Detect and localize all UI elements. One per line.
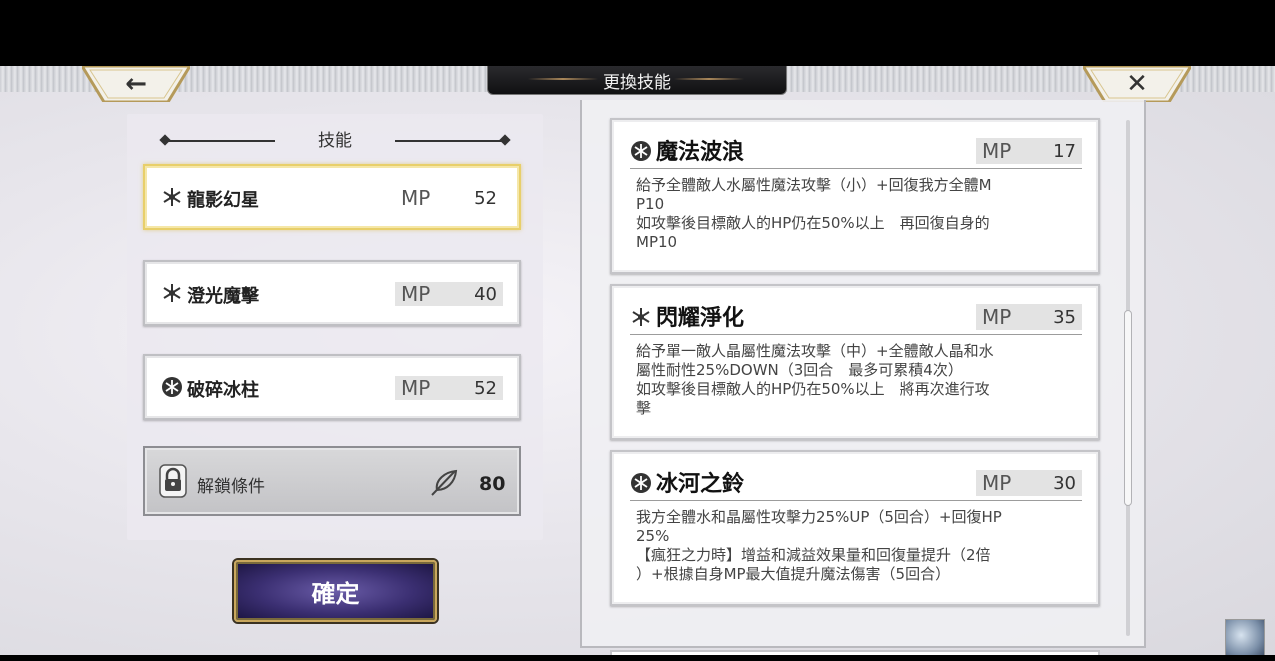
mp-value: 52 bbox=[474, 377, 497, 399]
skill-panel-heading: 技能 bbox=[318, 131, 352, 151]
skill-slot-2[interactable]: 澄光魔擊 MP 40 bbox=[143, 260, 521, 326]
skill-detail-card-1[interactable]: 魔法波浪 MP 17 給予全體敵人水屬性魔法攻擊（小）+回復我方全體M P10 … bbox=[610, 118, 1100, 274]
skill-slot-3-name: 破碎冰柱 bbox=[187, 380, 259, 401]
page-title-plate: 更換技能 bbox=[487, 66, 787, 95]
game-screen: ← 更換技能 ✕ 技能 龍影幻星 MP 52 澄光魔擊 MP 40 破碎冰柱 M… bbox=[0, 66, 1275, 655]
skill-detail-list[interactable]: 魔法波浪 MP 17 給予全體敵人水屬性魔法攻擊（小）+回復我方全體M P10 … bbox=[580, 100, 1146, 655]
mp-label: MP bbox=[982, 471, 1012, 495]
scrollbar-thumb[interactable] bbox=[1124, 310, 1132, 506]
skill-detail-card-2[interactable]: 閃耀淨化 MP 35 給予單一敵人晶屬性魔法攻擊（中）+全體敵人晶和水 屬性耐性… bbox=[610, 284, 1100, 440]
skill-detail-mp: MP 17 bbox=[976, 138, 1082, 164]
divider bbox=[630, 334, 1082, 335]
skill-slot-1-mp: MP 52 bbox=[395, 186, 503, 210]
divider bbox=[630, 500, 1082, 501]
unlock-cost-value: 80 bbox=[479, 473, 506, 495]
mp-label: MP bbox=[982, 305, 1012, 329]
video-letterbox-bottom bbox=[0, 655, 1275, 661]
skill-detail-card-3[interactable]: 冰河之鈴 MP 30 我方全體水和晶屬性攻擊力25%UP（5回合）+回復HP 2… bbox=[610, 450, 1100, 606]
skill-slot-3[interactable]: 破碎冰柱 MP 52 bbox=[143, 354, 521, 420]
skill-detail-name: 魔法波浪 bbox=[656, 139, 745, 165]
mp-label: MP bbox=[401, 186, 431, 210]
water-element-icon bbox=[631, 473, 651, 493]
mp-value: 52 bbox=[474, 187, 497, 209]
mp-value: 35 bbox=[1053, 306, 1076, 328]
skill-slot-2-mp: MP 40 bbox=[395, 282, 503, 306]
skill-detail-mp: MP 30 bbox=[976, 470, 1082, 496]
feather-icon bbox=[431, 469, 458, 496]
title-ornament-left bbox=[528, 78, 598, 80]
skill-detail-description: 我方全體水和晶屬性攻擊力25%UP（5回合）+回復HP 25% 【瘋狂之力時】增… bbox=[636, 508, 1002, 583]
skill-slot-panel: 技能 龍影幻星 MP 52 澄光魔擊 MP 40 破碎冰柱 MP 52 解鎖條件… bbox=[127, 114, 543, 540]
skill-detail-description: 給予單一敵人晶屬性魔法攻擊（中）+全體敵人晶和水 屬性耐性25%DOWN（3回合… bbox=[636, 342, 994, 417]
skill-slot-2-name: 澄光魔擊 bbox=[187, 286, 259, 307]
water-element-icon bbox=[631, 141, 651, 161]
close-button[interactable]: ✕ bbox=[1083, 66, 1191, 102]
mp-value: 17 bbox=[1053, 140, 1076, 162]
unlock-condition-label: 解鎖條件 bbox=[197, 477, 265, 497]
skill-detail-name: 冰河之鈴 bbox=[656, 471, 745, 497]
skill-slot-3-mp: MP 52 bbox=[395, 376, 503, 400]
locked-skill-slot[interactable]: 解鎖條件 80 bbox=[143, 446, 521, 516]
divider bbox=[630, 168, 1082, 169]
mp-label: MP bbox=[401, 282, 431, 306]
mp-value: 30 bbox=[1053, 472, 1076, 494]
crystal-element-icon bbox=[632, 308, 650, 326]
lock-icon bbox=[159, 464, 187, 498]
skill-detail-mp: MP 35 bbox=[976, 304, 1082, 330]
heading-ornament-right bbox=[395, 140, 505, 142]
mp-value: 40 bbox=[474, 283, 497, 305]
crystal-element-icon bbox=[163, 284, 181, 302]
skill-detail-name: 閃耀淨化 bbox=[656, 305, 745, 331]
mp-label: MP bbox=[401, 376, 431, 400]
title-ornament-right bbox=[674, 78, 744, 80]
back-arrow-icon: ← bbox=[125, 69, 147, 99]
back-button[interactable]: ← bbox=[82, 66, 190, 102]
video-letterbox-top bbox=[0, 0, 1275, 66]
skill-slot-1[interactable]: 龍影幻星 MP 52 bbox=[143, 164, 521, 230]
skill-detail-description: 給予全體敵人水屬性魔法攻擊（小）+回復我方全體M P10 如攻擊後目標敵人的HP… bbox=[636, 176, 992, 251]
confirm-button[interactable]: 確定 bbox=[234, 560, 437, 622]
water-element-icon bbox=[162, 377, 182, 397]
skill-slot-1-name: 龍影幻星 bbox=[187, 190, 259, 211]
mp-label: MP bbox=[982, 139, 1012, 163]
close-icon: ✕ bbox=[1126, 69, 1148, 99]
streamer-avatar bbox=[1225, 619, 1265, 655]
page-title: 更換技能 bbox=[603, 72, 671, 93]
crystal-element-icon bbox=[163, 188, 181, 206]
